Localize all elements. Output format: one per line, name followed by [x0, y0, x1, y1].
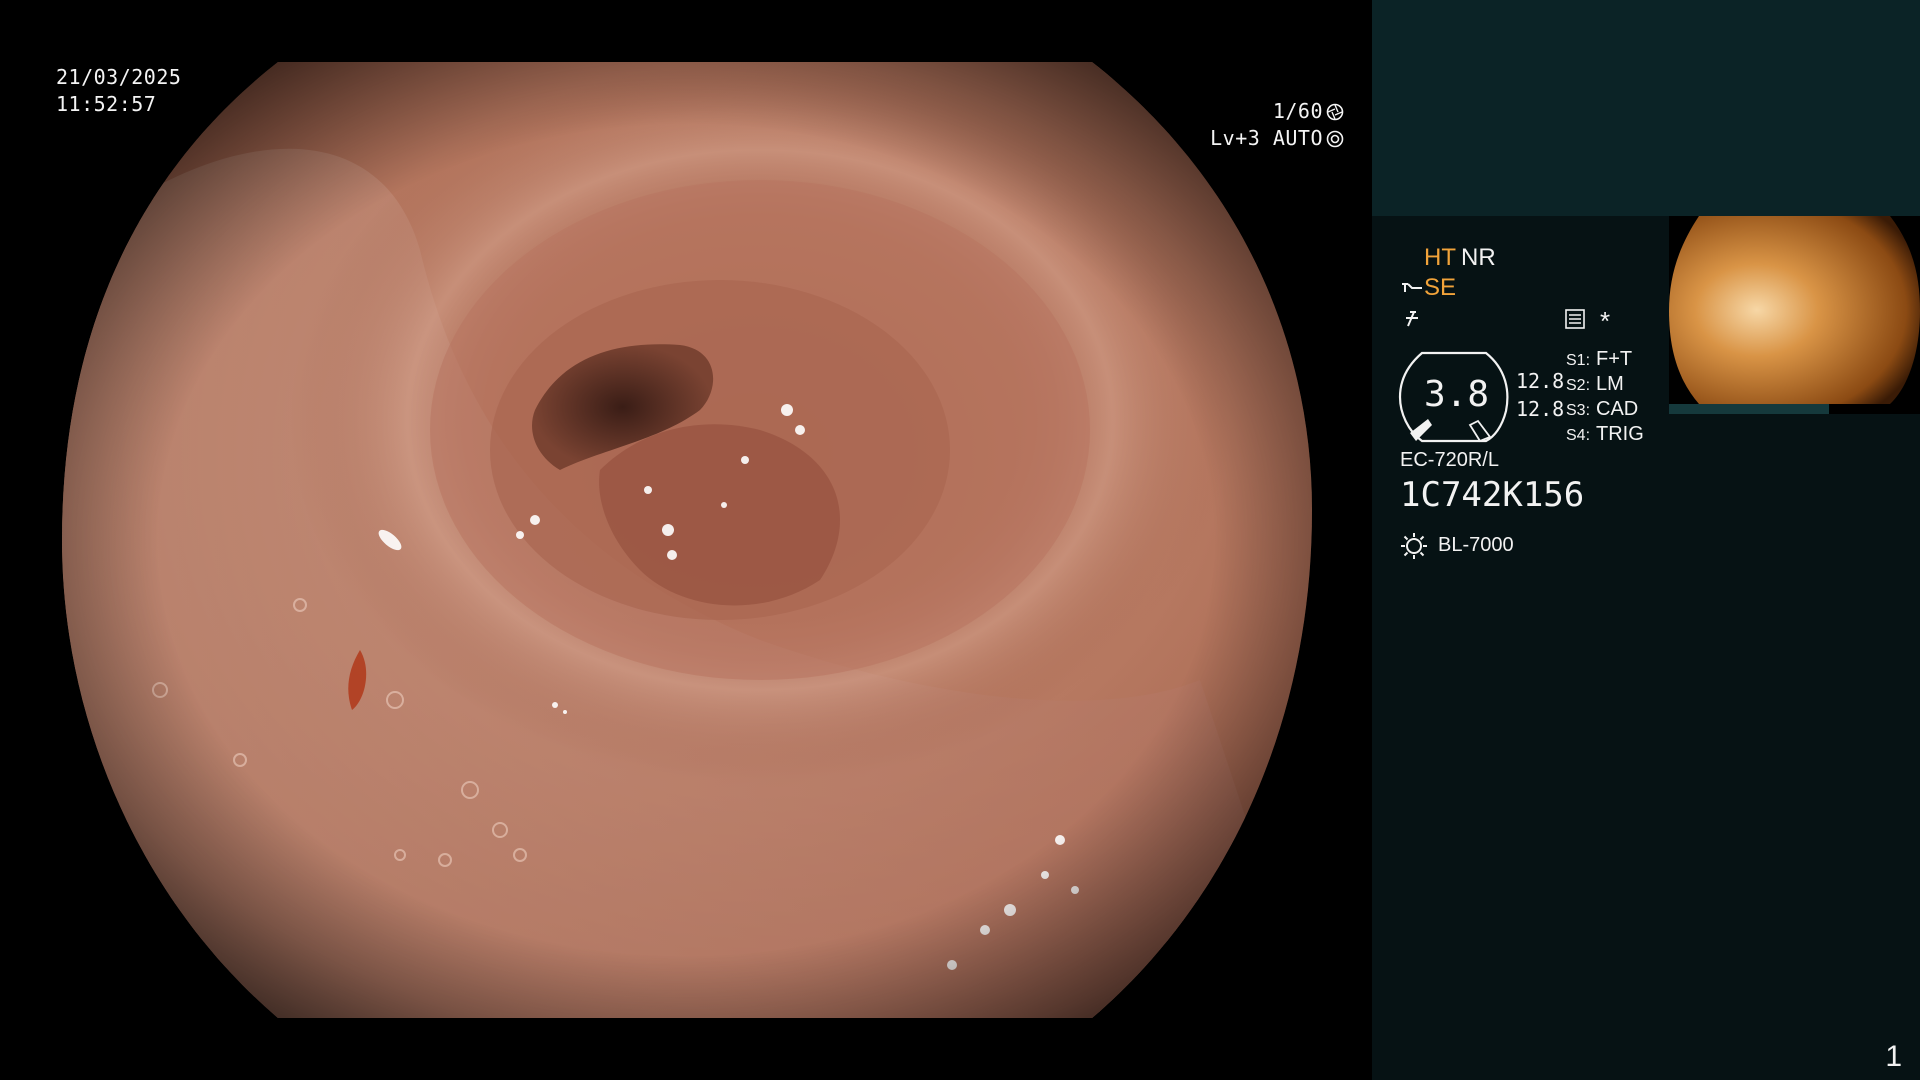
- gauge-upper-value: 12.8: [1516, 369, 1565, 393]
- iris-mode: Lv+3 AUTO: [1210, 126, 1323, 150]
- shutter-speed: 1/60: [1272, 99, 1323, 123]
- frame-number: 1: [1885, 1040, 1902, 1073]
- switch-key: S4:: [1566, 427, 1591, 444]
- scope-serial: 1C742K156: [1400, 475, 1585, 515]
- switch-key: S2:: [1566, 377, 1591, 394]
- date-time-readout: 21/03/2025 11:52:57: [56, 64, 181, 118]
- switch-key: S3:: [1566, 402, 1591, 419]
- exam-date: 21/03/2025: [56, 65, 182, 89]
- structure-enhancement-icon: [1402, 283, 1422, 292]
- scope-switch-list: S1: F+T S2: LM S3: CAD S4: TRIG: [1566, 348, 1644, 448]
- scope-model: EC-720R/L: [1400, 449, 1499, 471]
- light-source-model: BL-7000: [1438, 534, 1514, 556]
- panel-header-area: [1372, 0, 1920, 216]
- status-panel: HT NR SE * 3.8 12.8 12.8 S1: F+T S2: LM …: [1372, 0, 1920, 1080]
- switch-item: S3: CAD: [1566, 398, 1644, 423]
- noise-reduction-label: NR: [1461, 244, 1496, 271]
- exposure-readout: 1/60 Lv+3 AUTO: [1210, 98, 1344, 152]
- switch-item: S1: F+T: [1566, 348, 1644, 373]
- endoscopic-image: [62, 62, 1312, 1018]
- brightness-value: 3.8: [1424, 374, 1490, 415]
- switch-value: TRIG: [1596, 423, 1644, 445]
- settings-card-icon: [1565, 309, 1585, 329]
- thumbnail-caption-bar: [1669, 404, 1829, 414]
- iris-row: Lv+3 AUTO: [1210, 125, 1344, 152]
- asterisk-marker: *: [1600, 306, 1611, 336]
- aperture-icon: [1326, 103, 1344, 120]
- shutter-row: 1/60: [1210, 98, 1344, 125]
- gauge-lower-value: 12.8: [1516, 397, 1565, 421]
- endoscope-view: 21/03/2025 11:52:57 1/60 Lv+3 AUTO: [0, 0, 1372, 1080]
- lamp-icon: [1401, 533, 1427, 559]
- hue-enhancement-label: HT: [1424, 244, 1456, 271]
- iris-icon: [1326, 130, 1344, 147]
- previous-capture-thumbnail[interactable]: [1669, 216, 1920, 414]
- switch-item: S4: TRIG: [1566, 423, 1644, 448]
- color-mode-icon: [1406, 311, 1418, 327]
- structure-enhancement-label: SE: [1424, 274, 1457, 301]
- switch-value: CAD: [1596, 398, 1639, 420]
- switch-key: S1:: [1566, 352, 1591, 369]
- switch-item: S2: LM: [1566, 373, 1644, 398]
- exam-time: 11:52:57: [56, 92, 157, 116]
- switch-value: LM: [1596, 373, 1624, 395]
- switch-value: F+T: [1596, 348, 1633, 370]
